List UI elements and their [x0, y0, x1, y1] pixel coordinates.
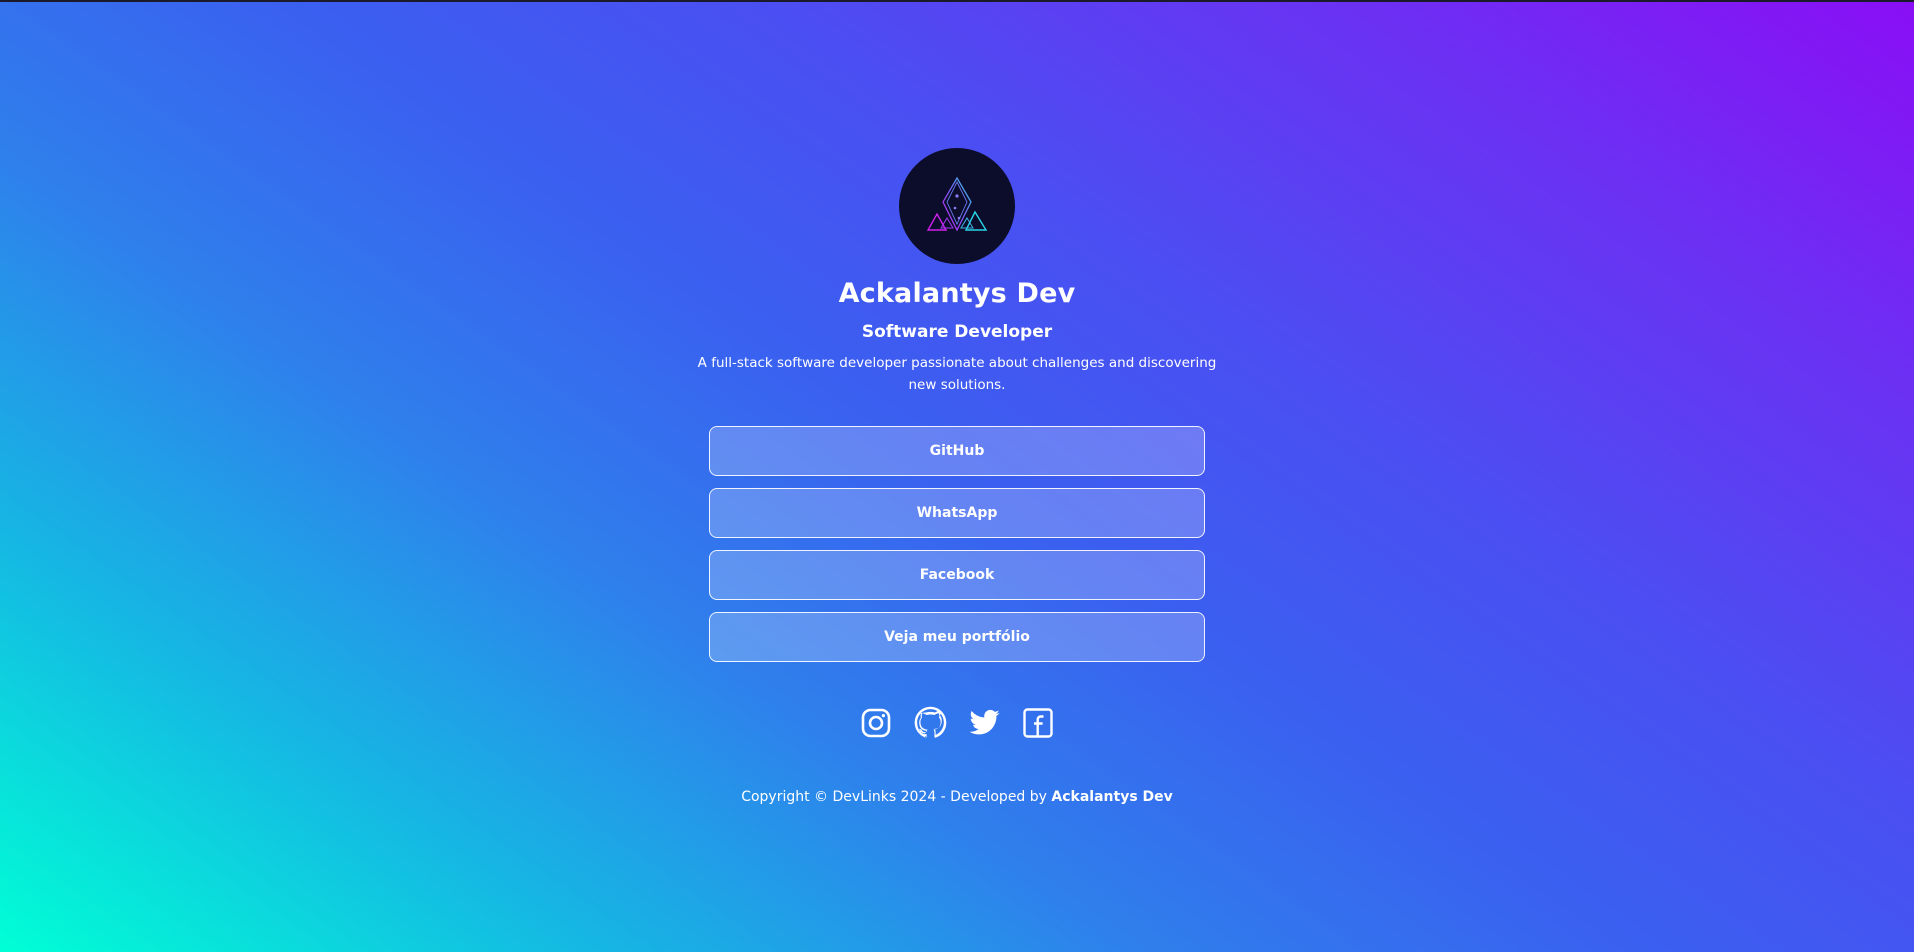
profile-bio: A full-stack software developer passiona…	[697, 355, 1217, 393]
instagram-icon[interactable]	[860, 706, 893, 739]
logo-icon	[926, 176, 988, 232]
facebook-icon[interactable]	[1022, 706, 1055, 739]
whatsapp-link-button[interactable]: WhatsApp	[709, 488, 1205, 538]
footer: Copyright © DevLinks 2024 - Developed by…	[741, 787, 1173, 807]
github-icon[interactable]	[914, 706, 947, 739]
profile-role: Software Developer	[861, 322, 1053, 342]
links-list: GitHub WhatsApp Facebook Veja meu portfó…	[709, 426, 1205, 662]
avatar	[899, 148, 1015, 264]
top-border	[0, 0, 1914, 2]
profile-section: Ackalantys Dev Software Developer A full…	[0, 148, 1914, 807]
footer-author: Ackalantys Dev	[1051, 789, 1173, 805]
facebook-link-button[interactable]: Facebook	[709, 550, 1205, 600]
profile-name: Ackalantys Dev	[838, 278, 1076, 309]
social-icons	[860, 706, 1055, 739]
github-link-button[interactable]: GitHub	[709, 426, 1205, 476]
portfolio-link-button[interactable]: Veja meu portfólio	[709, 612, 1205, 662]
twitter-icon[interactable]	[968, 706, 1001, 739]
footer-text: Copyright © DevLinks 2024 - Developed by	[741, 789, 1047, 805]
